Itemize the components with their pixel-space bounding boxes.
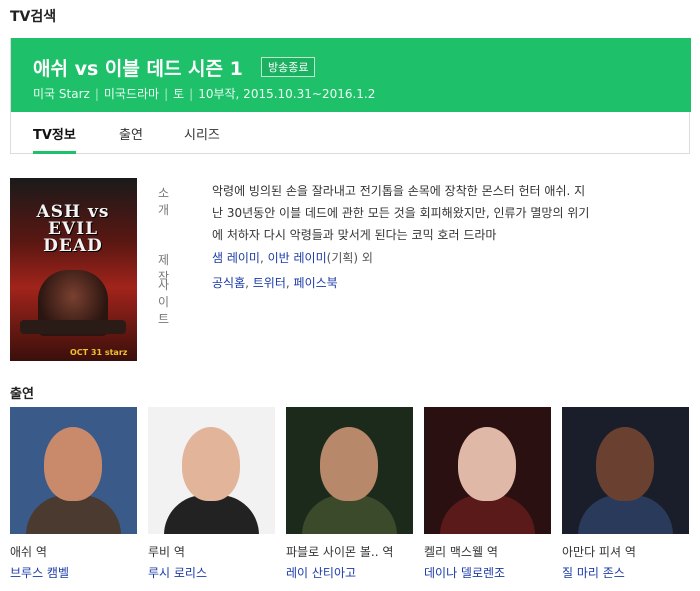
site-link-facebook[interactable]: 페이스북: [294, 276, 338, 290]
tab-cast[interactable]: 출연: [119, 124, 143, 154]
separator: ,: [285, 276, 294, 290]
cast-actor-link[interactable]: 질 마리 존스: [562, 564, 689, 581]
cast-role: 아만다 피셔 역: [562, 545, 636, 559]
synopsis-line: 악령에 빙의된 손을 잘라내고 전기톱을 손목에 장착한 몬스터 헌터 애쉬. …: [212, 184, 586, 198]
production-value: 샘 레이미, 이반 레이미(기획) 외: [212, 247, 690, 269]
synopsis-label: 소개: [158, 186, 170, 217]
producer-role: (기획) 외: [326, 251, 373, 265]
cast-card[interactable]: 파블로 사이몬 볼.. 역 레이 산티아고: [286, 407, 413, 581]
synopsis-text: 악령에 빙의된 손을 잘라내고 전기톱을 손목에 장착한 몬스터 헌터 애쉬. …: [212, 180, 690, 246]
cast-photo-face: [320, 427, 378, 501]
cast-card[interactable]: 애쉬 역 브루스 캠벨: [10, 407, 137, 581]
show-title[interactable]: 애쉬 vs 이블 데드 시즌 1: [33, 54, 243, 81]
cast-card[interactable]: 아만다 피셔 역 질 마리 존스: [562, 407, 689, 581]
meta-genre: 미국드라마: [103, 87, 160, 101]
separator: ,: [259, 251, 268, 265]
site-value: 공식홈, 트위터, 페이스북: [212, 272, 690, 294]
meta-episodes: 10부작, 2015.10.31~2016.1.2: [198, 87, 376, 101]
tab-series[interactable]: 시리즈: [184, 124, 220, 154]
site-link-twitter[interactable]: 트위터: [253, 276, 286, 290]
cast-photo[interactable]: [10, 407, 137, 534]
show-card: 애쉬 vs 이블 데드 시즌 1 방송종료 미국 Starz | 미국드라마 | 토 | 1…: [10, 38, 691, 154]
tab-bar: TV정보 출연 시리즈: [11, 112, 689, 154]
poster-car: [20, 320, 126, 334]
poster-footer: OCT 31 starz: [70, 348, 128, 357]
site-label: 사이트: [158, 278, 170, 326]
cast-photo[interactable]: [424, 407, 551, 534]
cast-role: 애쉬 역: [10, 545, 47, 559]
cast-photo-face: [182, 427, 240, 501]
meta-separator: |: [189, 87, 194, 101]
cast-section-title: 출연: [10, 387, 34, 402]
separator: ,: [245, 276, 253, 290]
cast-role: 루비 역: [148, 545, 185, 559]
meta-channel[interactable]: 미국 Starz: [33, 87, 90, 101]
producer-link[interactable]: 이반 레이미: [268, 251, 327, 265]
cast-card[interactable]: 켈리 맥스웰 역 데이나 델로렌조: [424, 407, 551, 581]
producer-link[interactable]: 샘 레이미: [212, 251, 260, 265]
cast-actor-link[interactable]: 데이나 델로렌조: [424, 564, 551, 581]
cast-card[interactable]: 루비 역 루시 로리스: [148, 407, 275, 581]
meta-separator: |: [94, 87, 99, 101]
cast-actor-link[interactable]: 루시 로리스: [148, 564, 275, 581]
tab-tv-info[interactable]: TV정보: [33, 124, 76, 154]
cast-role: 켈리 맥스웰 역: [424, 545, 498, 559]
meta-day: 토: [173, 87, 185, 101]
synopsis-line: 난 30년동안 이블 데드에 관한 모든 것을 회피해왔지만, 인류가 멸망의 …: [212, 206, 590, 220]
cast-photo[interactable]: [562, 407, 689, 534]
cast-photo[interactable]: [148, 407, 275, 534]
cast-photo-face: [596, 427, 654, 501]
show-meta: 미국 Starz | 미국드라마 | 토 | 10부작, 2015.10.31~2016.1…: [33, 85, 375, 102]
status-badge: 방송종료: [261, 57, 316, 77]
site-link-official[interactable]: 공식홈: [212, 276, 245, 290]
synopsis-line: 에 처하자 다시 악령들과 맞서게 된다는 코믹 호러 드라마: [212, 228, 497, 242]
cast-actor-link[interactable]: 브루스 캠벨: [10, 564, 137, 581]
cast-photo-face: [458, 427, 516, 501]
cast-photo-face: [44, 427, 102, 501]
meta-separator: |: [164, 87, 169, 101]
poster-logo-line2: DEAD: [43, 236, 103, 256]
cast-photo[interactable]: [286, 407, 413, 534]
cast-role: 파블로 사이몬 볼.. 역: [286, 545, 394, 559]
cast-actor-link[interactable]: 레이 산티아고: [286, 564, 413, 581]
show-poster[interactable]: ASH vs EVIL DEAD OCT 31 starz: [10, 178, 137, 361]
poster-logo: ASH vs EVIL DEAD: [18, 204, 128, 255]
show-banner: 애쉬 vs 이블 데드 시즌 1 방송종료 미국 Starz | 미국드라마 | 토 | 1…: [11, 38, 691, 112]
section-title: TV검색: [10, 9, 57, 25]
poster-logo-line1: ASH vs EVIL: [36, 202, 110, 239]
